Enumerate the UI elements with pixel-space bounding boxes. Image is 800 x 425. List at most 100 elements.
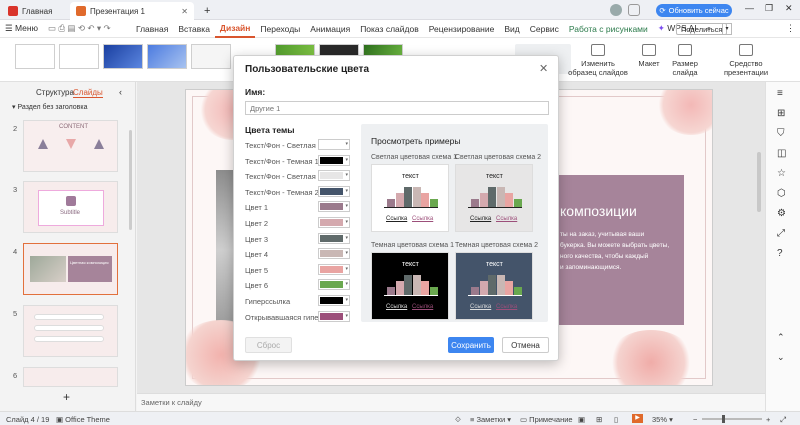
menu-picture-tools[interactable]: Работа с рисунками [564,24,653,34]
close-window-icon[interactable]: ✕ [785,3,793,14]
menu-design[interactable]: Дизайн [214,20,256,38]
tab-home[interactable]: Главная [2,2,58,20]
collapse-right-icon[interactable]: ≡ [777,88,783,99]
color-picker[interactable]: ▾ [318,170,350,182]
theme-thumb-4[interactable] [147,44,187,69]
canvas-scrollbar[interactable] [757,152,761,212]
color-picker[interactable]: ▾ [318,310,350,322]
zoom-out-icon[interactable]: − [693,415,697,424]
slide-thumb-5[interactable] [23,305,118,357]
format-paint-icon[interactable]: ⟐ [455,415,461,425]
color-picker[interactable]: ▾ [318,279,350,291]
slide-body-line: и запоминающимся. [560,264,622,271]
chevron-down-icon: ▾ [345,141,348,147]
comment-toggle[interactable]: ▭ Примечание [520,415,573,424]
menu-animation[interactable]: Анимация [305,24,355,34]
color-picker[interactable]: ▾ [318,154,350,166]
color-picker[interactable]: ▾ [318,263,350,275]
window-icon[interactable] [628,4,640,16]
property-icon[interactable]: ⊞ [777,108,785,119]
collapse-panel-icon[interactable]: ‹ [119,87,122,97]
theme-thumb-5[interactable] [191,44,231,69]
theme-thumb-3[interactable] [103,44,143,69]
change-scheme-button[interactable]: Изменить образец слайдов [568,44,628,77]
menu-home[interactable]: Главная [131,24,173,34]
color-picker[interactable]: ▾ [318,232,350,244]
close-icon[interactable]: ✕ [539,62,548,75]
reset-button[interactable]: Сброс [245,337,292,353]
maximize-icon[interactable]: ❐ [765,3,773,14]
menu-tools[interactable]: Сервис [525,24,564,34]
section-header[interactable]: ▾ Раздел без заголовка [12,103,88,111]
update-button[interactable]: ⟳ Обновить сейчас [656,4,732,17]
animation-icon[interactable]: ◫ [777,148,786,159]
slide-thumb-4[interactable]: Цветная композиция [23,243,118,295]
close-tab-icon[interactable]: ✕ [181,7,188,16]
slide-size-button[interactable]: Размер слайда [668,44,702,77]
new-tab-icon[interactable]: + [198,2,216,20]
color-preview-card: текст Ссылка Ссылка [455,164,533,232]
share-dropdown-icon[interactable]: ▾ [722,23,732,35]
share-button[interactable]: Поделиться [676,23,728,35]
more-icon[interactable]: ⋮ [786,23,795,34]
reading-view-icon[interactable]: ▯ [614,415,618,424]
slide-heading: композиции [560,203,637,219]
sorter-view-icon[interactable]: ⊞ [596,415,602,424]
slide-thumb-3[interactable]: Subtitle [23,181,118,233]
menu-transitions[interactable]: Переходы [255,24,305,34]
slide-thumb-6[interactable] [23,367,118,387]
zoom-dropdown[interactable]: 35% ▾ [652,415,673,424]
fit-icon[interactable]: ⤢ [780,415,786,425]
scroll-down-icon[interactable]: ⌄ [777,352,785,363]
normal-view-icon[interactable]: ▣ [578,415,585,424]
chevron-down-icon: ▾ [345,250,348,257]
quick-access-toolbar[interactable]: ▭ ⎙ ▤ ⟲ ↶ ▾ ↷ [43,23,131,34]
menu-slideshow[interactable]: Показ слайдов [355,24,424,34]
chevron-down-icon: ▾ [345,219,348,225]
slide-thumb-2[interactable]: CONTENT [23,120,118,172]
presentation-tools-button[interactable]: Средство презентации [708,44,784,77]
menu-view[interactable]: Вид [499,24,524,34]
color-label: Цвет 4 [245,250,269,260]
notes-toggle[interactable]: ≡ Заметки ▾ [470,415,511,424]
help-icon[interactable]: ? [777,248,783,259]
color-picker[interactable]: ▾ [318,201,350,213]
preview-accent-bar [505,281,513,295]
menu-button[interactable]: ☰ Меню [0,23,43,34]
color-picker[interactable]: ▾ [318,217,350,228]
tab-document[interactable]: Презентация 1 ✕ [70,2,194,20]
favorite-icon[interactable]: ☆ [777,168,786,179]
save-button[interactable]: Сохранить [448,337,494,353]
avatar[interactable] [610,4,622,16]
preview-accent-bar [429,287,438,295]
color-picker[interactable]: ▾ [318,139,350,150]
shape-icon[interactable]: ⬡ [777,188,786,199]
color-picker[interactable]: ▾ [318,295,350,306]
zoom-slider[interactable] [702,418,762,420]
zoom-slider-handle[interactable] [722,415,725,423]
layout-button[interactable]: Макет [634,44,664,68]
format-icon[interactable]: ⛉ [777,128,785,139]
panel-scrollbar[interactable] [129,130,132,230]
color-picker[interactable]: ▾ [318,248,350,260]
scroll-up-icon[interactable]: ⌃ [777,332,785,343]
tab-slides[interactable]: Слайды [73,88,103,98]
cancel-button[interactable]: Отмена [502,337,549,353]
theme-thumb-1[interactable] [15,44,55,69]
add-slide-icon[interactable]: + [63,390,70,404]
zoom-in-icon[interactable]: + [766,415,770,424]
preview-accent-bar [421,281,429,295]
theme-info[interactable]: ▣ Office Theme [56,415,110,424]
settings-icon[interactable]: ⚙ [777,208,786,219]
color-picker[interactable]: ▾ [318,185,350,197]
resize-icon[interactable]: ⤢ [777,228,785,239]
name-input[interactable] [245,101,549,115]
menu-review[interactable]: Рецензирование [424,24,500,34]
tab-structure[interactable]: Структура [36,88,74,97]
minimize-icon[interactable]: — [745,3,754,13]
slideshow-icon[interactable]: ▶ [632,414,643,423]
layout-label: Макет [638,59,660,68]
notes-area[interactable]: Заметки к слайду [137,393,765,411]
theme-thumb-2[interactable] [59,44,99,69]
menu-insert[interactable]: Вставка [173,24,215,34]
